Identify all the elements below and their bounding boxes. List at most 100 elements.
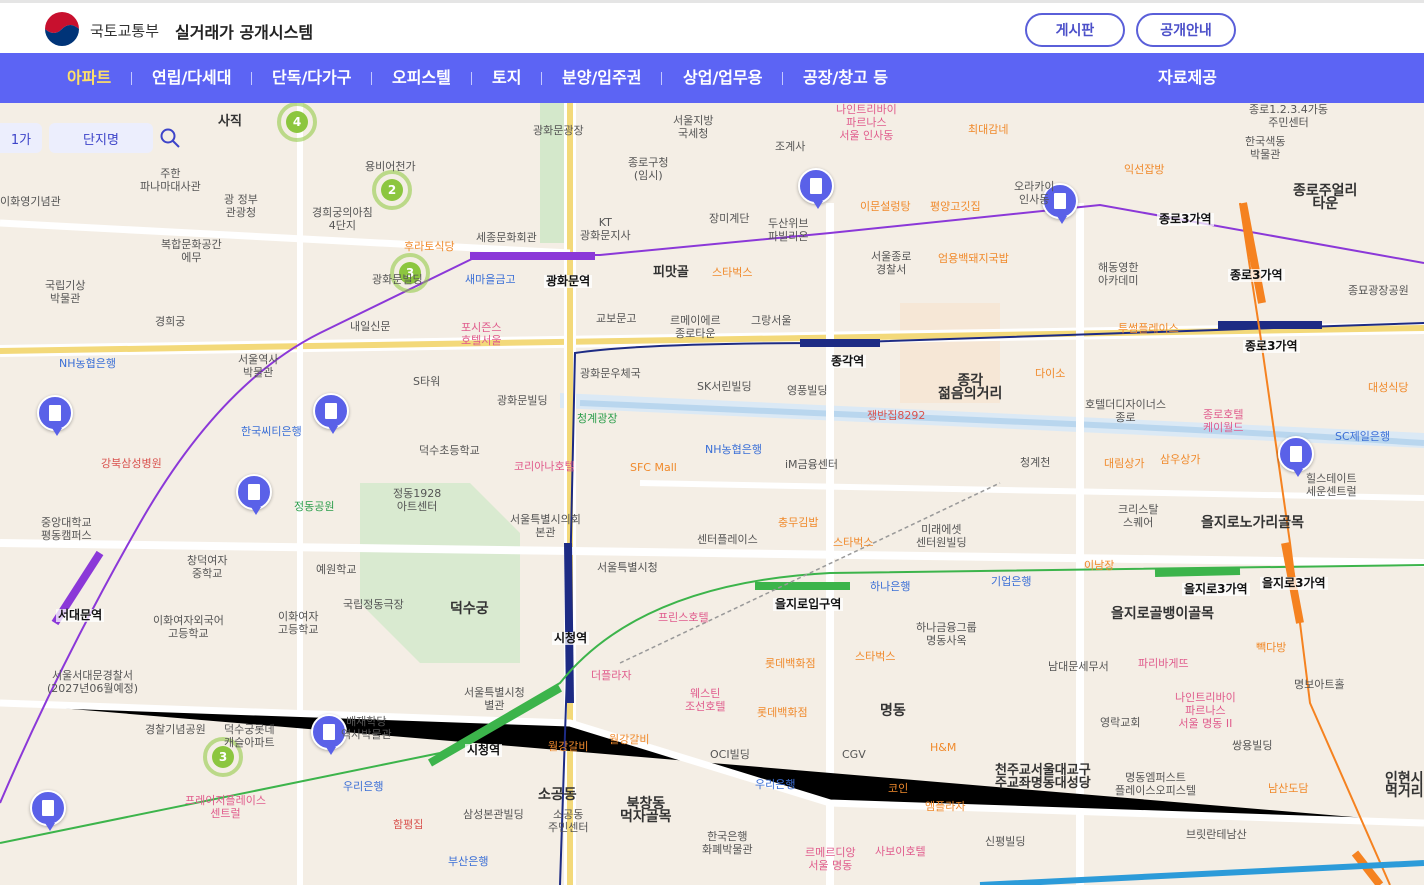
nav-divider — [661, 72, 662, 85]
map-label: 평양고깃집 — [930, 200, 981, 213]
map-label: 배재학당 역사박물관 — [341, 715, 392, 741]
map-label: 광화문빌딩 — [497, 394, 548, 407]
map-label: 프린스호텔 — [658, 611, 709, 624]
apartment-pin-icon[interactable] — [236, 474, 272, 515]
map-label: 신평빌딩 — [985, 835, 1026, 848]
nav-data-provision[interactable]: 자료제공 — [1158, 53, 1217, 103]
nav-officetel[interactable]: 오피스텔 — [392, 53, 451, 103]
nav-divider — [782, 72, 783, 85]
station-label[interactable]: 종로3가역 — [1228, 269, 1285, 282]
map-label: iM금융센터 — [785, 458, 839, 471]
station-label[interactable]: 종각역 — [829, 355, 867, 368]
map-label: 서울종로 경찰서 — [871, 250, 912, 276]
nav-land[interactable]: 토지 — [492, 53, 521, 103]
map-label: 소공동 주민센터 — [548, 808, 589, 834]
map-label: NH농협은행 — [705, 443, 762, 456]
map-label: 프레이저플레이스 센트럴 — [185, 794, 266, 820]
station-label[interactable]: 시청역 — [552, 632, 590, 645]
map-label: 하나은행 — [870, 580, 911, 593]
map-label: 경희궁의아침 4단지 — [312, 206, 373, 232]
map-canvas[interactable]: 4 2 3 3 사직 광화문광장 종로구청 (임시) 장미계단 두산위브 파빌리온 … — [0, 103, 1424, 885]
map-label: 서울지방 국세청 — [673, 114, 714, 140]
station-label[interactable]: 을지로3가역 — [1260, 577, 1328, 590]
map-label: 중앙대학교 평동캠퍼스 — [41, 516, 92, 542]
guide-button[interactable]: 공개안내 — [1136, 13, 1236, 47]
map-label: 정동공원 — [294, 500, 335, 513]
station-label[interactable]: 을지로입구역 — [773, 598, 844, 611]
map-label: 광화문광장 — [533, 124, 584, 137]
station-label[interactable]: 서대문역 — [56, 609, 105, 622]
map-label: 남대문세무서 — [1048, 660, 1109, 673]
nav-villa[interactable]: 연립/다세대 — [152, 53, 231, 103]
map-label: 명동 — [880, 703, 906, 719]
map-label: 교보문고 — [596, 312, 637, 325]
cluster-marker[interactable]: 4 — [277, 103, 317, 142]
apartment-pin-icon[interactable] — [798, 168, 834, 209]
apartment-pin-icon[interactable] — [313, 393, 349, 434]
apartment-pin-icon[interactable] — [30, 790, 66, 831]
map-label: 종묘광장공원 — [1348, 284, 1409, 297]
station-label[interactable]: 종로3가역 — [1157, 213, 1214, 226]
map-label: 광화문빌딩 — [372, 273, 423, 286]
map-label: 롯데백화점 — [765, 657, 816, 670]
station-label[interactable]: 광화문역 — [544, 275, 593, 288]
apartment-pin-icon[interactable] — [37, 395, 73, 436]
station-label[interactable]: 시청역 — [465, 744, 503, 757]
map-label: 후라토식당 — [404, 240, 455, 253]
map-label: 크리스탈 스퀘어 — [1118, 503, 1159, 529]
nav-commercial[interactable]: 상업/업무용 — [683, 53, 762, 103]
map-label: 새마을금고 — [465, 273, 516, 286]
nav-house[interactable]: 단독/다가구 — [272, 53, 351, 103]
government-emblem-icon — [45, 12, 79, 46]
map-label: OCI빌딩 — [710, 748, 750, 761]
map-label: 투썸플레이스 — [1118, 322, 1179, 335]
nav-presale[interactable]: 분양/입주권 — [562, 53, 641, 103]
nav-factory[interactable]: 공장/창고 등 — [803, 53, 888, 103]
map-label: 한국은행 화폐박물관 — [702, 830, 753, 856]
map-label: 예원학교 — [316, 563, 357, 576]
map-label: 우리은행 — [343, 780, 384, 793]
map-label: 해동영한 아카데미 — [1098, 261, 1139, 287]
main-nav: 아파트 연립/다세대 단독/다가구 오피스텔 토지 분양/입주권 상업/업무용 … — [0, 53, 1424, 103]
map-label: 광 정부 관광청 — [224, 193, 258, 219]
map-label: 창덕여자 중학교 — [187, 554, 228, 580]
map-label: 우리은행 — [755, 778, 796, 791]
map-label: 하나금융그룹 명동사옥 — [916, 621, 977, 647]
map-label: SK서린빌딩 — [697, 380, 752, 393]
map-label: 호텔더디자이너스 종로 — [1085, 398, 1166, 424]
map-label: 센터플레이스 — [697, 533, 758, 546]
map-label: 서울역사 박물관 — [238, 353, 279, 379]
map-label: 국립정동극장 — [343, 598, 404, 611]
complex-name-chip[interactable]: 단지명 — [49, 123, 153, 153]
map-label: 르메이에르 종로타운 — [670, 314, 721, 340]
search-icon[interactable] — [159, 127, 181, 149]
map-label: 청계광장 — [577, 412, 618, 425]
map-label: 그랑서울 — [751, 314, 792, 327]
system-title[interactable]: 실거래가 공개시스템 — [175, 19, 313, 43]
cluster-marker[interactable]: 2 — [372, 170, 412, 210]
station-label[interactable]: 을지로3가역 — [1182, 583, 1250, 596]
station-label[interactable]: 종로3가역 — [1243, 340, 1300, 353]
map-label: 두산위브 파빌리온 — [768, 217, 809, 243]
map-label: KT 광화문지사 — [580, 216, 631, 242]
map-label: 한국색동 박물관 — [1245, 135, 1286, 161]
map-label: 한국씨티은행 — [241, 425, 302, 438]
board-button[interactable]: 게시판 — [1025, 13, 1125, 47]
map-label: 함평집 — [393, 818, 424, 831]
map-label: 부산은행 — [448, 855, 489, 868]
region-chip[interactable]: 1가 — [0, 123, 42, 153]
map-label: 엄용백돼지국밥 — [938, 252, 1009, 265]
ministry-name[interactable]: 국토교통부 — [90, 20, 159, 41]
map-label: 이화영기념관 — [0, 195, 61, 208]
map-label: 경희궁 — [155, 315, 186, 328]
map-label: 청계천 — [1020, 456, 1051, 469]
map-label: 세종문화회관 — [476, 231, 537, 244]
map-label: 을지로골뱅이골목 — [1111, 606, 1215, 622]
map-label: 정동1928 아트센터 — [393, 487, 442, 513]
apartment-pin-icon[interactable] — [1278, 436, 1314, 477]
map-label: 복합문화공간 에무 — [161, 238, 222, 264]
map-label: 대성식당 — [1368, 381, 1409, 394]
map-label: 스타벅스 — [712, 266, 753, 279]
map-label: 명보아트홀 — [1294, 678, 1345, 691]
nav-apartment[interactable]: 아파트 — [67, 53, 111, 103]
